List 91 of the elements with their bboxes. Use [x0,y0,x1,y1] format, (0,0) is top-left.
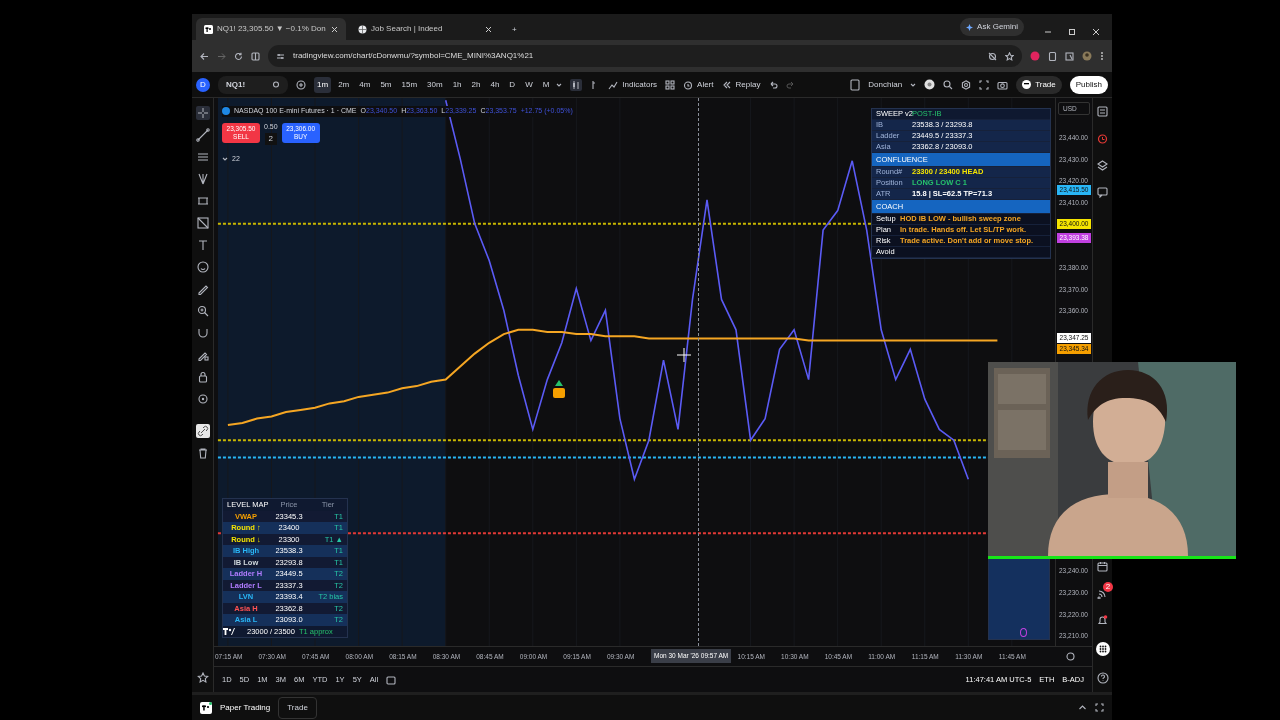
minimize-icon[interactable] [1044,28,1052,36]
extension-badge-icon[interactable] [1030,51,1040,61]
axis-settings-icon[interactable] [1066,652,1075,661]
horizontal-lines-icon[interactable] [195,150,210,164]
templates-icon[interactable] [665,79,676,90]
reload-icon[interactable] [234,51,243,61]
address-bar[interactable]: tradingview.com/chart/cDonwmu/?symbol=CME_MINI%3ANQ1%21 [268,45,1022,67]
alarm-clock-icon[interactable] [1097,133,1108,144]
globe-icon [358,24,367,34]
interval-button[interactable]: 2m [335,76,353,93]
zoom-icon[interactable] [195,304,210,318]
browser-tab[interactable]: Job Search | Indeed [350,18,500,40]
user-avatar[interactable]: D [196,77,210,92]
feed-icon[interactable] [1097,588,1108,599]
emoji-icon[interactable] [195,260,210,274]
publish-button[interactable]: Publish [1069,75,1108,94]
indicators-button[interactable]: Indicators [608,78,658,91]
bell-icon[interactable] [1097,615,1108,626]
fullscreen-icon[interactable] [979,79,990,90]
close-icon[interactable] [1092,28,1100,36]
interval-button[interactable]: 30m [424,76,446,93]
caret-icon[interactable] [910,81,917,88]
pitchfork-icon[interactable] [195,172,210,186]
indicators-icon [608,79,619,90]
site-settings-icon [276,51,285,61]
interval-button[interactable]: 2h [468,76,484,93]
more-icon[interactable] [1100,51,1104,61]
undo-icon[interactable] [768,79,779,90]
maximize-icon[interactable] [1095,703,1104,712]
date-range-icon[interactable] [386,674,397,685]
ask-gemini-button[interactable]: Ask Gemini [960,18,1024,36]
crosshair-icon[interactable] [195,106,210,120]
chart-logo-icon [204,24,213,34]
star-icon[interactable] [196,672,209,684]
eye-icon[interactable] [195,392,210,406]
cursor-icon [676,347,692,363]
ruler-icon[interactable] [195,194,210,208]
new-tab-button[interactable]: + [504,24,525,40]
trade-tab[interactable]: Trade [278,696,317,719]
browser-tab[interactable]: NQ1! 23,305.50 ▼ −0.1% Don [196,18,346,40]
caret-icon[interactable] [556,81,563,88]
close-icon[interactable] [485,25,492,33]
chart-logo-icon [200,701,212,714]
close-icon[interactable] [331,25,338,33]
help-icon[interactable] [1096,672,1109,684]
restore-icon[interactable] [1068,28,1076,36]
interval-button[interactable]: W [522,76,536,93]
interval-button[interactable]: 1m [314,76,332,93]
watchlist-icon[interactable] [1097,106,1108,117]
star-icon[interactable] [1005,51,1014,61]
exchange-logo-icon [222,107,230,116]
layout-name-button[interactable]: Donchian [868,78,903,91]
profile-avatar-icon[interactable] [1082,51,1092,61]
sparkle-icon [966,23,974,31]
calendar-icon[interactable] [1097,561,1108,572]
eye-off-icon[interactable] [988,51,997,61]
interval-button[interactable]: 5m [377,76,395,93]
interval-button[interactable]: 4h [487,76,503,93]
magnet-icon[interactable] [195,326,210,340]
clipboard-icon[interactable] [1048,51,1057,61]
interval-button[interactable]: 15m [398,76,421,93]
trend-line-icon[interactable] [195,128,210,142]
collapse-up-icon[interactable] [1078,703,1087,712]
settings-icon[interactable] [961,79,972,90]
layout-icon[interactable] [850,78,861,91]
link-icon[interactable] [195,424,210,438]
add-symbol-icon[interactable] [296,79,306,90]
interval-button[interactable]: 1h [449,76,465,93]
alarm-clock-icon [683,79,694,90]
broker-logo-icon [1022,80,1032,89]
notification-badge: 2 [1103,582,1113,592]
chat-icon[interactable] [1097,187,1108,198]
chart-logo-icon [223,627,235,636]
split-view-icon[interactable] [251,51,260,61]
trade-button[interactable]: Trade [1016,75,1062,94]
replay-button[interactable]: Replay [721,78,761,91]
symbol-search-field[interactable]: NQ1! [218,75,288,94]
caret-icon [222,156,228,163]
search-icon[interactable] [943,79,954,90]
alert-button[interactable]: Alert [683,78,714,91]
back-icon[interactable] [200,51,209,61]
position-marker-icon [553,380,565,398]
interval-button[interactable]: 4m [356,76,374,93]
interval-button[interactable]: M [539,76,553,93]
interval-button[interactable]: D [506,76,519,93]
candle-style-icon[interactable] [570,78,583,91]
layers-icon[interactable] [1097,160,1108,171]
paper-trading-label: Paper Trading [220,701,271,714]
apps-grid-icon[interactable] [1095,642,1110,656]
rewind-icon [721,79,732,90]
camera-icon[interactable] [997,79,1009,90]
